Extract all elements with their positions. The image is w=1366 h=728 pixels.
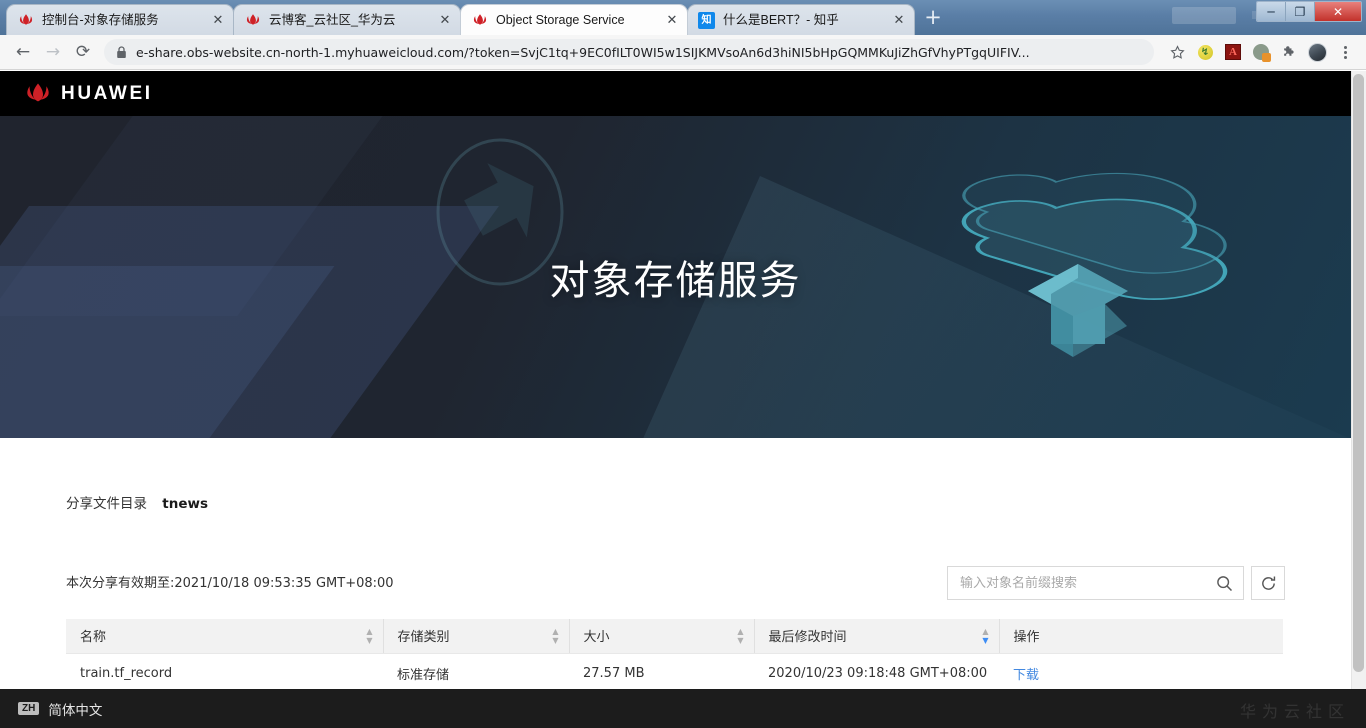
search-icon[interactable]	[1216, 575, 1233, 592]
column-label: 操作	[1013, 630, 1040, 646]
tab-close-icon[interactable]: ✕	[663, 11, 681, 29]
site-watermark: 华为云社区	[1239, 702, 1350, 721]
search-input[interactable]	[960, 575, 1216, 591]
table-header-row: 名称 ▲ ▼ 存储类别 ▲ ▼ 大小 ▲ ▼ 最后修改时间 ▲ ▼ 操作	[66, 619, 1283, 654]
huawei-favicon-icon	[471, 12, 488, 29]
ext-acrobat-icon[interactable]: A	[1220, 39, 1246, 65]
tab-strip: 控制台-对象存储服务 ✕ 云博客_云社区_华为云 ✕ Object Storag…	[0, 0, 948, 35]
cell-object-name: train.tf_record	[66, 653, 383, 694]
share-dir-label: 分享文件目录	[66, 496, 147, 512]
huawei-favicon-icon	[244, 12, 261, 29]
bookmark-star-icon[interactable]	[1164, 39, 1190, 65]
kebab-dots	[1343, 45, 1347, 59]
address-bar[interactable]: e-share.obs-website.cn-north-1.myhuaweic…	[104, 39, 1154, 65]
browser-tab-3[interactable]: 知 什么是BERT？- 知乎 ✕	[687, 4, 915, 35]
ext-acrobat-glyph: A	[1225, 44, 1241, 60]
ext-puzzle-icon[interactable]	[1276, 39, 1302, 65]
window-controls: ─ ❐ ✕	[1256, 1, 1362, 22]
reload-button[interactable]: ⟳	[68, 37, 98, 67]
huawei-favicon-icon	[17, 12, 34, 29]
address-bar-url: e-share.obs-website.cn-north-1.myhuaweic…	[136, 44, 1030, 60]
ext-green-icon[interactable]	[1248, 39, 1274, 65]
share-dir-name: tnews	[162, 496, 209, 512]
download-link[interactable]: 下载	[1013, 668, 1039, 683]
zhihu-favicon-icon: 知	[698, 11, 715, 29]
site-navbar: HUAWEI	[0, 71, 1351, 116]
toolbar-row: 本次分享有效期至:2021/10/18 09:53:35 GMT+08:00	[66, 566, 1285, 600]
tab-title: 控制台-对象存储服务	[42, 12, 159, 27]
column-label: 最后修改时间	[768, 630, 847, 646]
browser-tab-0[interactable]: 控制台-对象存储服务 ✕	[6, 4, 234, 35]
hero-banner: 对象存储服务	[0, 116, 1351, 438]
window-maximize-button[interactable]: ❐	[1286, 2, 1315, 21]
avatar	[1307, 42, 1327, 62]
ime-indicator[interactable]: ZH 简体中文	[18, 699, 102, 719]
cell-size: 27.57 MB	[569, 653, 754, 694]
window-minimize-button[interactable]: ─	[1257, 2, 1286, 21]
sort-toggle-name[interactable]: ▲ ▼	[366, 627, 372, 644]
ext-yellow-icon[interactable]: ↯	[1192, 39, 1218, 65]
os-taskbar: ZH 简体中文 华为云社区	[0, 689, 1366, 728]
tab-close-icon[interactable]: ✕	[209, 11, 227, 29]
cell-modified: 2020/10/23 09:18:48 GMT+08:00	[754, 653, 999, 694]
table-row[interactable]: train.tf_record 标准存储 27.57 MB 2020/10/23…	[66, 653, 1283, 694]
back-button[interactable]: ←	[8, 37, 38, 67]
window-close-button[interactable]: ✕	[1315, 2, 1361, 21]
ime-label: 简体中文	[48, 702, 103, 719]
browser-tab-1[interactable]: 云博客_云社区_华为云 ✕	[233, 4, 461, 35]
column-header-action: 操作	[999, 619, 1283, 654]
search-controls	[947, 566, 1285, 600]
column-header-name[interactable]: 名称 ▲ ▼	[66, 619, 384, 654]
column-header-storage-class[interactable]: 存储类别 ▲ ▼	[383, 619, 570, 654]
tab-title: 什么是BERT？- 知乎	[723, 12, 839, 27]
page-scrollbar[interactable]	[1351, 71, 1366, 728]
window-title-ghost	[1172, 7, 1236, 24]
scrollbar-thumb[interactable]	[1353, 74, 1364, 672]
browser-toolbar: ← → ⟳ e-share.obs-website.cn-north-1.myh…	[0, 35, 1366, 70]
tab-title: Object Storage Service	[496, 12, 625, 27]
share-expiry-text: 本次分享有效期至:2021/10/18 09:53:35 GMT+08:00	[66, 576, 394, 591]
cell-storage-class: 标准存储	[383, 653, 569, 694]
tab-title: 云博客_云社区_华为云	[269, 12, 396, 27]
page-viewport: HUAWEI 对象存储服务 分享文件目录 tnews 本次分享有效期至:2021…	[0, 71, 1366, 728]
ext-green-glyph	[1253, 44, 1271, 62]
cell-action: 下载	[999, 653, 1283, 694]
column-header-size[interactable]: 大小 ▲ ▼	[569, 619, 755, 654]
ime-badge: ZH	[18, 702, 40, 715]
column-label: 存储类别	[397, 630, 450, 646]
browser-tab-2-active[interactable]: Object Storage Service ✕	[460, 4, 688, 35]
lock-icon	[116, 45, 127, 59]
huawei-flower-icon	[27, 83, 49, 101]
tab-close-icon[interactable]: ✕	[436, 11, 454, 29]
browser-titlebar: 控制台-对象存储服务 ✕ 云博客_云社区_华为云 ✕ Object Storag…	[0, 0, 1366, 35]
sort-toggle-storage-class[interactable]: ▲ ▼	[552, 627, 558, 644]
refresh-button[interactable]	[1251, 566, 1285, 600]
search-box[interactable]	[947, 566, 1244, 600]
huawei-logo[interactable]: HUAWEI	[24, 82, 153, 106]
sort-toggle-modified[interactable]: ▲ ▼	[982, 627, 988, 644]
huawei-brand-text: HUAWEI	[61, 82, 153, 104]
column-label: 大小	[583, 630, 610, 646]
profile-avatar[interactable]	[1304, 39, 1330, 65]
kebab-menu-icon[interactable]	[1332, 39, 1358, 65]
tab-close-icon[interactable]: ✕	[890, 11, 908, 29]
new-tab-button[interactable]: +	[918, 5, 948, 33]
share-directory-header: 分享文件目录 tnews	[0, 438, 1351, 512]
sort-toggle-size[interactable]: ▲ ▼	[737, 627, 743, 644]
refresh-icon	[1261, 576, 1275, 590]
ext-yellow-glyph: ↯	[1197, 44, 1213, 60]
forward-button[interactable]: →	[38, 37, 68, 67]
content-region: 分享文件目录 tnews 本次分享有效期至:2021/10/18 09:53:3…	[0, 438, 1351, 728]
column-header-modified[interactable]: 最后修改时间 ▲ ▼	[754, 619, 1000, 654]
banner-title: 对象存储服务	[549, 258, 802, 304]
column-label: 名称	[80, 630, 107, 646]
